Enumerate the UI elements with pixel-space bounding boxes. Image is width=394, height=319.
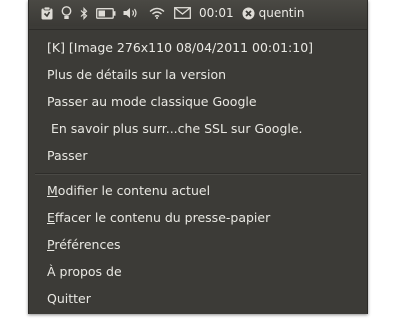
mnemonic: M xyxy=(47,183,58,198)
modify-content-item[interactable]: Modifier le contenu actuel xyxy=(47,183,210,199)
wifi-icon[interactable] xyxy=(149,0,165,26)
top-panel: 00:01 quentin xyxy=(29,0,367,26)
quit-item[interactable]: Quitter xyxy=(47,291,91,307)
screenshot-frame: 00:01 quentin [K] [Image 276x110 08/04/2… xyxy=(28,0,368,314)
bulb-icon[interactable] xyxy=(61,0,72,26)
preferences-item[interactable]: Préférences xyxy=(47,237,121,253)
history-item[interactable]: [K] [Image 276x110 08/04/2011 00:01:10] xyxy=(47,40,313,56)
clipboard-icon[interactable] xyxy=(41,0,53,26)
history-item[interactable]: Plus de détails sur la version xyxy=(47,67,226,83)
clear-clipboard-item[interactable]: Effacer le contenu du presse-papier xyxy=(47,210,270,226)
mail-icon[interactable] xyxy=(174,0,191,26)
history-item[interactable]: Passer xyxy=(47,148,88,164)
item-label: références xyxy=(54,237,121,252)
clipboard-menu: [K] [Image 276x110 08/04/2011 00:01:10] … xyxy=(29,29,367,313)
history-item[interactable]: Passer au mode classique Google xyxy=(47,94,257,110)
bluetooth-icon[interactable] xyxy=(80,0,88,26)
item-label: ffacer le contenu du presse-papier xyxy=(54,210,271,225)
battery-icon[interactable] xyxy=(96,0,116,26)
user-name[interactable]: quentin xyxy=(259,6,305,20)
session-icon[interactable] xyxy=(242,0,255,26)
mnemonic: E xyxy=(47,210,55,225)
about-item[interactable]: À propos de xyxy=(47,264,122,280)
history-item[interactable]: En savoir plus surr...che SSL sur Google… xyxy=(47,121,303,137)
clock-label[interactable]: 00:01 xyxy=(199,6,234,20)
volume-icon[interactable] xyxy=(123,0,139,26)
menu-separator xyxy=(35,173,361,175)
item-label: odifier le contenu actuel xyxy=(57,183,211,198)
